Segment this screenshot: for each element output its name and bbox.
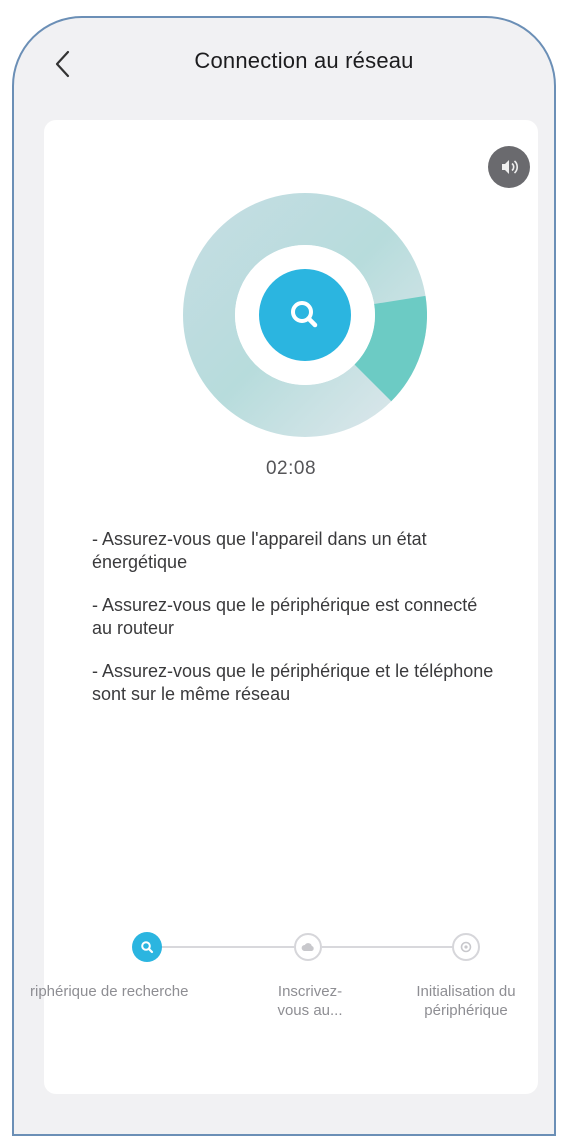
header: Connection au réseau xyxy=(14,18,554,108)
step-3-indicator xyxy=(452,933,480,961)
speaker-icon xyxy=(502,160,519,174)
step-connector xyxy=(152,946,294,948)
step-2-indicator xyxy=(294,933,322,961)
content-card: 02:08 - Assurez-vous que l'appareil dans… xyxy=(30,120,538,1094)
step-3-label: Initialisation du périphérique xyxy=(396,982,536,1020)
tip-item: - Assurez-vous que le périphérique est c… xyxy=(92,595,478,638)
step-3-label-line: Initialisation du xyxy=(416,983,516,1000)
chevron-left-icon xyxy=(55,50,70,78)
step-1-label: riphérique de recherche xyxy=(30,982,270,1001)
search-progress-ring xyxy=(183,193,427,437)
progress-ring-arc xyxy=(353,295,427,402)
countdown-timer: 02:08 xyxy=(265,458,317,479)
search-badge xyxy=(259,269,351,361)
page-title: Connection au réseau xyxy=(194,48,414,73)
step-1-indicator xyxy=(132,932,162,962)
step-3-label-line: périphérique xyxy=(424,1002,508,1019)
phone-frame: Connection au réseau 02:08 - Assurez-vou… xyxy=(12,16,556,1136)
step-2-label-line: Inscrivez- xyxy=(277,983,343,1000)
search-icon xyxy=(141,941,154,954)
gear-icon xyxy=(460,941,472,953)
step-1-label-line: riphérique de recherche xyxy=(30,983,189,1000)
tip-item: - Assurez-vous que l'appareil dans un ét… xyxy=(92,529,427,572)
back-button[interactable] xyxy=(48,46,78,82)
step-2-label: Inscrivez- vous au... xyxy=(250,982,370,1020)
cloud-icon xyxy=(301,943,314,951)
progress-steps: riphérique de recherche Inscrivez- vous … xyxy=(30,928,538,1048)
step-2-label-line: vous au... xyxy=(277,1002,343,1019)
tips-list: - Assurez-vous que l'appareil dans un ét… xyxy=(92,528,502,726)
tip-item: - Assurez-vous que le périphérique et le… xyxy=(92,661,494,704)
sound-button[interactable] xyxy=(488,146,530,188)
step-connector xyxy=(322,946,464,948)
